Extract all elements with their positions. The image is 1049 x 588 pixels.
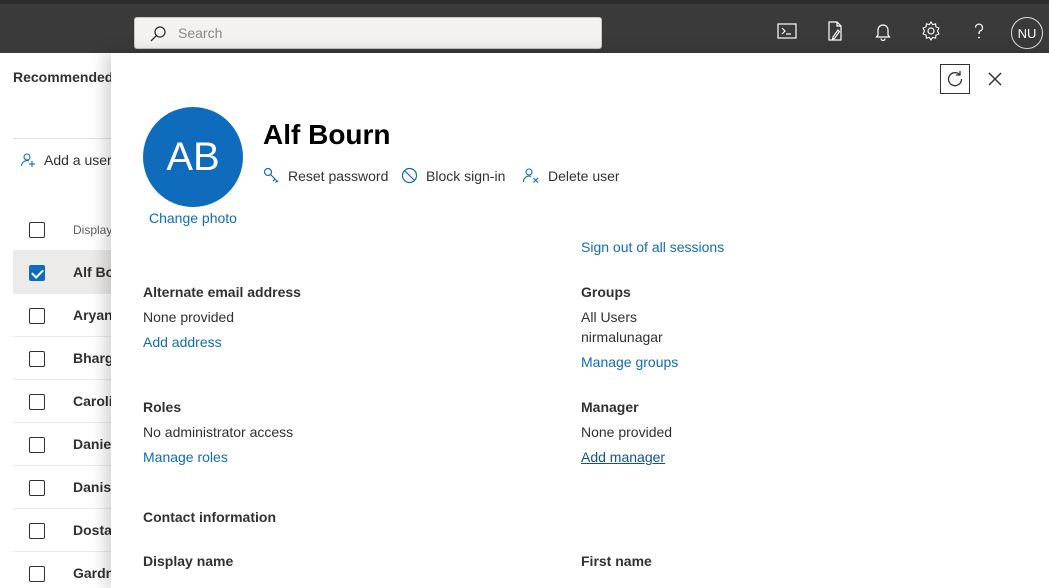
row-display-name[interactable]: Alf Bo bbox=[73, 264, 114, 280]
alternate-email-label: Alternate email address bbox=[143, 284, 301, 300]
search-icon bbox=[150, 26, 166, 42]
block-icon bbox=[401, 167, 418, 184]
add-manager-link[interactable]: Add manager bbox=[581, 449, 665, 465]
row-checkbox[interactable] bbox=[29, 351, 45, 367]
row-checkbox[interactable] bbox=[29, 523, 45, 539]
reset-password-label: Reset password bbox=[288, 167, 389, 184]
table-header-row: Display bbox=[13, 208, 113, 251]
help-question-icon[interactable] bbox=[968, 20, 990, 42]
row-checkbox[interactable] bbox=[29, 437, 45, 453]
manager-value: None provided bbox=[581, 424, 673, 440]
refresh-icon bbox=[947, 71, 963, 87]
row-checkbox[interactable] bbox=[29, 394, 45, 410]
row-checkbox[interactable] bbox=[29, 566, 45, 582]
close-icon bbox=[988, 72, 1002, 86]
group-item: All Users bbox=[581, 309, 638, 325]
table-row[interactable]: Danish bbox=[13, 466, 120, 509]
table-row[interactable]: Dostal bbox=[13, 509, 116, 552]
alternate-email-value: None provided bbox=[143, 309, 235, 325]
table-row[interactable]: Alf Bo bbox=[13, 251, 114, 294]
row-display-name[interactable]: Daniel bbox=[73, 436, 115, 452]
table-row[interactable]: Gardn bbox=[13, 552, 114, 588]
row-checkbox[interactable] bbox=[29, 265, 45, 281]
key-icon bbox=[263, 167, 279, 183]
row-display-name[interactable]: Aryan bbox=[73, 307, 113, 323]
table-row[interactable]: Caroli bbox=[13, 380, 113, 423]
groups-label: Groups bbox=[581, 284, 631, 300]
row-display-name[interactable]: Dostal bbox=[73, 522, 116, 538]
reset-password-button[interactable]: Reset password bbox=[263, 167, 388, 184]
roles-label: Roles bbox=[143, 399, 182, 415]
row-display-name[interactable]: Caroli bbox=[73, 393, 113, 409]
delete-user-label: Delete user bbox=[548, 167, 620, 184]
search-box[interactable]: Search bbox=[134, 17, 602, 49]
add-address-link[interactable]: Add address bbox=[143, 334, 222, 350]
column-header-display-name[interactable]: Display bbox=[73, 223, 112, 237]
block-sign-in-label: Block sign-in bbox=[426, 167, 506, 184]
table-row[interactable]: Bharg bbox=[13, 337, 113, 380]
user-avatar: AB bbox=[143, 107, 243, 207]
row-display-name[interactable]: Bharg bbox=[73, 350, 113, 366]
refresh-button[interactable] bbox=[940, 64, 970, 94]
contact-information-heading: Contact information bbox=[143, 509, 276, 525]
add-user-icon bbox=[20, 153, 35, 167]
select-all-checkbox[interactable] bbox=[29, 222, 45, 238]
header-mask bbox=[111, 221, 1049, 227]
manage-groups-link[interactable]: Manage groups bbox=[581, 354, 678, 370]
user-details-panel: Sign out of all sessions Alternate email… bbox=[111, 53, 1049, 588]
group-item: nirmalunagar bbox=[581, 329, 663, 345]
manager-label: Manager bbox=[581, 399, 639, 415]
sign-out-all-sessions-link[interactable]: Sign out of all sessions bbox=[581, 239, 724, 255]
cloud-shell-icon[interactable] bbox=[776, 20, 798, 42]
top-navigation-bar: Search NU bbox=[0, 0, 1049, 53]
feedback-document-icon[interactable] bbox=[824, 20, 846, 42]
block-sign-in-button[interactable]: Block sign-in bbox=[401, 167, 505, 184]
roles-value: No administrator access bbox=[143, 424, 294, 440]
user-display-name: Alf Bourn bbox=[263, 119, 391, 150]
row-checkbox[interactable] bbox=[29, 308, 45, 324]
first-name-label: First name bbox=[581, 553, 652, 569]
add-user-label: Add a user bbox=[44, 152, 112, 168]
row-checkbox[interactable] bbox=[29, 480, 45, 496]
close-button[interactable] bbox=[984, 68, 1006, 90]
add-user-button[interactable]: Add a user bbox=[20, 152, 112, 168]
notifications-bell-icon[interactable] bbox=[872, 20, 894, 42]
table-row[interactable]: Aryan bbox=[13, 294, 113, 337]
search-placeholder: Search bbox=[178, 25, 223, 41]
change-photo-link[interactable]: Change photo bbox=[149, 210, 237, 226]
settings-gear-icon[interactable] bbox=[920, 20, 942, 42]
row-display-name[interactable]: Gardn bbox=[73, 565, 114, 581]
delete-user-icon bbox=[522, 168, 539, 183]
delete-user-button[interactable]: Delete user bbox=[522, 167, 620, 184]
display-name-label: Display name bbox=[143, 553, 234, 569]
divider bbox=[13, 138, 113, 139]
manage-roles-link[interactable]: Manage roles bbox=[143, 449, 228, 465]
section-title: Recommended bbox=[13, 69, 114, 85]
table-row[interactable]: Daniel bbox=[13, 423, 115, 466]
account-avatar[interactable]: NU bbox=[1011, 17, 1043, 49]
